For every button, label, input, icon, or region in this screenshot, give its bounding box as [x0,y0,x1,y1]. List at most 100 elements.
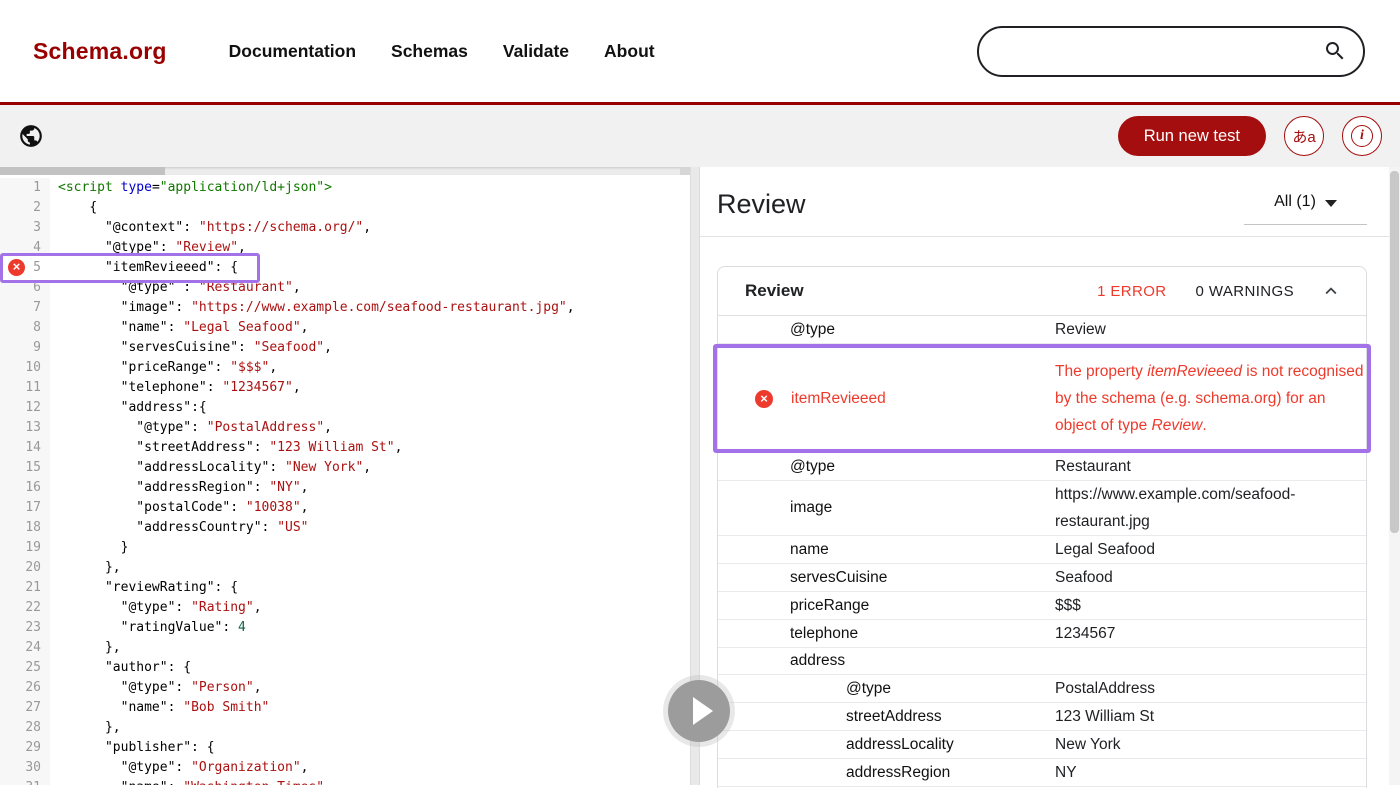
property-row[interactable]: @typeReview [718,316,1366,344]
code-editor[interactable]: 1<script type="application/ld+json">2{3"… [0,167,690,785]
code-line[interactable]: 21"reviewRating": { [0,578,690,598]
property-row[interactable]: imagehttps://www.example.com/seafood-res… [718,481,1366,536]
info-button[interactable]: i [1342,116,1382,156]
property-name: priceRange [718,597,1055,615]
code-line[interactable]: 30"@type": "Organization", [0,758,690,778]
property-row[interactable]: telephone1234567 [718,620,1366,648]
validator-toolbar: Run new test あa i [0,105,1400,167]
site-header: Schema.org Documentation Schemas Validate A… [0,0,1400,105]
property-value: Restaurant [1055,453,1366,480]
error-icon: × [755,390,773,408]
language-toggle-label: あa [1292,126,1315,147]
run-new-test-button[interactable]: Run new test [1118,116,1266,156]
code-line[interactable]: 16"addressRegion": "NY", [0,478,690,498]
property-rows: @typeReview×itemRevieeedThe property ite… [718,316,1366,787]
main-nav: Documentation Schemas Validate About [229,41,655,62]
search-input[interactable] [977,26,1365,77]
globe-icon [18,123,44,149]
code-line[interactable]: 13"@type": "PostalAddress", [0,418,690,438]
code-line[interactable]: 9"servesCuisine": "Seafood", [0,338,690,358]
code-line[interactable]: 10"priceRange": "$$$", [0,358,690,378]
property-value: $$$ [1055,592,1366,619]
code-line[interactable]: 15"addressLocality": "New York", [0,458,690,478]
expand-code-panel-button[interactable] [668,680,730,742]
nav-link-validate[interactable]: Validate [503,41,569,62]
line-number: 13 [0,418,50,438]
property-value: New York [1055,731,1366,758]
entity-filter-dropdown[interactable]: All (1) [1244,193,1367,225]
results-header: Review All (1) [700,167,1400,237]
editor-hscrollbar[interactable] [0,167,690,175]
hscrollbar-corner [680,167,690,175]
line-number: 18 [0,518,50,538]
property-row[interactable]: addressRegionNY [718,759,1366,787]
code-line[interactable]: 18"addressCountry": "US" [0,518,690,538]
property-value: NY [1055,759,1366,786]
code-line[interactable]: 29"publisher": { [0,738,690,758]
code-line[interactable]: 25"author": { [0,658,690,678]
property-row[interactable]: @typePostalAddress [718,675,1366,703]
property-row[interactable]: @typeRestaurant [718,453,1366,481]
chevron-up-icon[interactable] [1320,280,1342,302]
code-line[interactable]: 20}, [0,558,690,578]
property-name: @type [718,680,1055,698]
property-row[interactable]: priceRange$$$ [718,592,1366,620]
property-name: streetAddress [718,708,1055,726]
code-line[interactable]: 8"name": "Legal Seafood", [0,318,690,338]
property-row[interactable]: address [718,648,1366,675]
code-line[interactable]: 3"@context": "https://schema.org/", [0,218,690,238]
info-icon: i [1351,125,1373,147]
code-lines: 1<script type="application/ld+json">2{3"… [0,175,690,785]
language-toggle-button[interactable]: あa [1284,116,1324,156]
card-title: Review [745,281,804,301]
line-number: 29 [0,738,50,758]
code-line[interactable]: 1<script type="application/ld+json"> [0,178,690,198]
property-row[interactable]: nameLegal Seafood [718,536,1366,564]
search-icon[interactable] [1323,39,1347,63]
code-line[interactable]: 31"name": "Washington Times", [0,778,690,785]
property-name: telephone [718,625,1055,643]
code-line[interactable]: 28}, [0,718,690,738]
property-value: Review [1055,316,1366,343]
property-name: address [718,652,1055,670]
error-row[interactable]: ×itemRevieeedThe property itemRevieeed i… [713,344,1371,453]
code-line[interactable]: 7"image": "https://www.example.com/seafo… [0,298,690,318]
code-line[interactable]: 23"ratingValue": 4 [0,618,690,638]
line-number: 14 [0,438,50,458]
property-value: Seafood [1055,564,1366,591]
results-vscrollbar[interactable] [1389,167,1400,785]
property-name: @type [718,458,1055,476]
line-number: 1 [0,178,50,198]
code-line[interactable]: 12"address":{ [0,398,690,418]
nav-link-about[interactable]: About [604,41,655,62]
code-line[interactable]: 14"streetAddress": "123 William St", [0,438,690,458]
line-number: 12 [0,398,50,418]
line-number: 17 [0,498,50,518]
nav-link-schemas[interactable]: Schemas [391,41,468,62]
error-count-badge: 1 ERROR [1097,283,1166,300]
result-card-header[interactable]: Review 1 ERROR 0 WARNINGS [718,267,1366,316]
line-number: 31 [0,778,50,785]
site-logo[interactable]: Schema.org [33,38,167,65]
hscrollbar-thumb[interactable] [0,167,165,175]
property-row[interactable]: servesCuisineSeafood [718,564,1366,592]
vscrollbar-thumb[interactable] [1390,171,1399,533]
property-row[interactable]: addressLocalityNew York [718,731,1366,759]
code-line[interactable]: ×5"itemRevieeed": { [0,258,690,278]
property-name: addressRegion [718,764,1055,782]
code-line[interactable]: 11"telephone": "1234567", [0,378,690,398]
property-value: PostalAddress [1055,675,1366,702]
code-line[interactable]: 26"@type": "Person", [0,678,690,698]
code-line[interactable]: 19} [0,538,690,558]
property-value: Legal Seafood [1055,536,1366,563]
line-number: 28 [0,718,50,738]
code-line[interactable]: 2{ [0,198,690,218]
code-line[interactable]: 17"postalCode": "10038", [0,498,690,518]
nav-link-documentation[interactable]: Documentation [229,41,356,62]
code-line[interactable]: 22"@type": "Rating", [0,598,690,618]
line-number: 8 [0,318,50,338]
code-line[interactable]: 24}, [0,638,690,658]
line-number: 24 [0,638,50,658]
property-row[interactable]: streetAddress123 William St [718,703,1366,731]
code-line[interactable]: 27"name": "Bob Smith" [0,698,690,718]
